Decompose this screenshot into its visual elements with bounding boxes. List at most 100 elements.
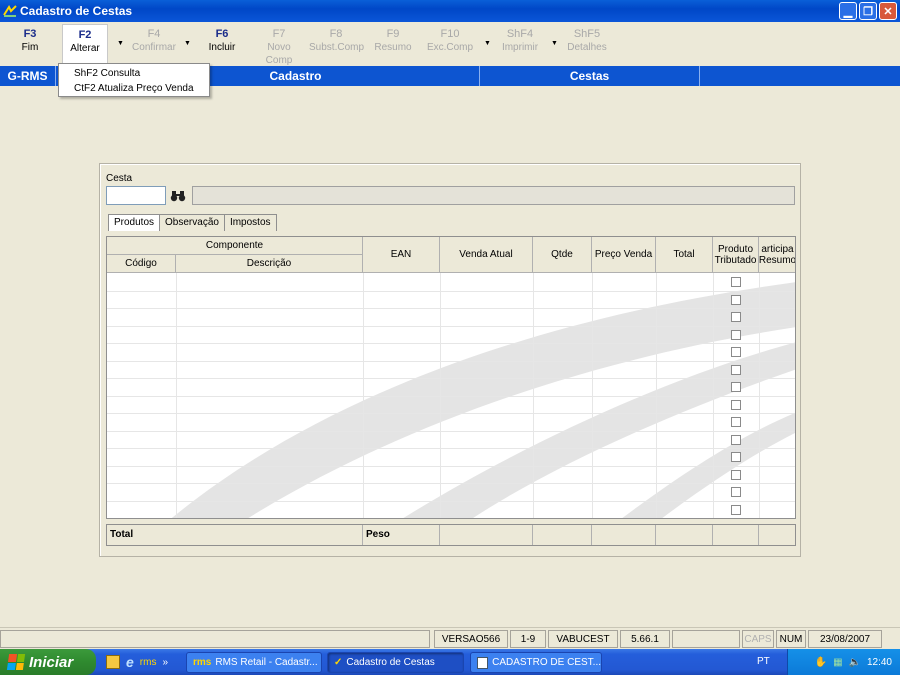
rms-app-icon: ✓ (334, 657, 343, 668)
clock[interactable]: 12:40 (867, 657, 892, 668)
produto-tributado-checkbox[interactable] (731, 505, 741, 515)
minimize-button[interactable]: ▁ (839, 2, 857, 20)
table-row (107, 448, 795, 449)
imprimir-dropdown-arrow-icon[interactable]: ▼ (551, 40, 558, 47)
volume-tray-icon[interactable]: 🔈 (849, 657, 861, 668)
total-tributado-cell (713, 525, 759, 545)
menu-item-atualiza-preco-venda[interactable]: CtF2 Atualiza Preço Venda (59, 81, 209, 96)
system-tray: ✋ ▦ 🔈 12:40 (787, 649, 900, 675)
toolbar-incluir-button[interactable]: F6 Incluir (204, 28, 240, 54)
alterar-dropdown-arrow-icon[interactable]: ▼ (117, 40, 124, 47)
windows-taskbar: Iniciar e rms » rms RMS Retail - Cadastr… (0, 649, 900, 675)
table-row (107, 308, 795, 309)
toolbar-key: F8 (329, 28, 343, 40)
table-row (107, 343, 795, 344)
produto-tributado-checkbox[interactable] (731, 487, 741, 497)
toolbar-imprimir-button[interactable]: ShF4 Imprimir (498, 28, 542, 54)
toolbar-label: Detalhes (567, 42, 607, 53)
confirmar-dropdown-arrow-icon[interactable]: ▼ (184, 40, 191, 47)
language-indicator[interactable]: PT (757, 656, 770, 667)
produto-tributado-checkbox[interactable] (731, 330, 741, 340)
header-produto-tributado[interactable]: Produto Tributado (713, 237, 759, 273)
toolbar-key: ShF5 (573, 28, 601, 40)
produto-tributado-checkbox[interactable] (731, 382, 741, 392)
toolbar-key: F10 (440, 28, 460, 40)
toolbar-label: Novo Comp (265, 42, 293, 66)
header-total[interactable]: Total (656, 237, 713, 273)
totals-row: Total Peso (106, 524, 796, 546)
exc-comp-dropdown-arrow-icon[interactable]: ▼ (484, 40, 491, 47)
header-venda-atual[interactable]: Venda Atual (440, 237, 533, 273)
menu-item-consulta[interactable]: ShF2 Consulta (59, 66, 209, 81)
header-tributado-line: Tributado (714, 254, 757, 266)
tab-impostos[interactable]: Impostos (223, 214, 277, 231)
show-desktop-icon[interactable] (106, 655, 120, 669)
toolbar-key: ShF4 (506, 28, 534, 40)
toolbar-key: F6 (215, 28, 229, 40)
header-codigo[interactable]: Código (107, 255, 176, 273)
total-total-cell (656, 525, 713, 545)
task-label: CADASTRO DE CEST... (492, 657, 601, 668)
rms-quick-launch-icon[interactable]: rms (140, 657, 157, 668)
produto-tributado-checkbox[interactable] (731, 417, 741, 427)
header-preco-venda[interactable]: Preço Venda (592, 237, 656, 273)
total-venda-atual-cell (440, 525, 533, 545)
header-qtde[interactable]: Qtde (533, 237, 592, 273)
tab-observacao[interactable]: Observação (159, 214, 225, 231)
produto-tributado-checkbox[interactable] (731, 365, 741, 375)
table-row (107, 396, 795, 397)
produto-tributado-checkbox[interactable] (731, 435, 741, 445)
produto-tributado-checkbox[interactable] (731, 347, 741, 357)
task-cadastro-de-cest-doc[interactable]: CADASTRO DE CEST... (470, 652, 602, 673)
header-produto-line: Produto (717, 243, 754, 255)
produto-tributado-checkbox[interactable] (731, 277, 741, 287)
header-ean[interactable]: EAN (363, 237, 440, 273)
toolbar-subst-comp-button[interactable]: F8 Subst.Comp (309, 28, 364, 54)
toolbar-fim-button[interactable]: F3 Fim (14, 28, 46, 54)
windows-flag-icon (6, 654, 26, 670)
components-grid[interactable]: Componente Código Descrição EAN Venda At… (106, 236, 796, 519)
produto-tributado-checkbox[interactable] (731, 470, 741, 480)
task-cadastro-de-cestas[interactable]: ✓ Cadastro de Cestas (327, 652, 464, 673)
toolbar-novo-comp-button[interactable]: F7 Novo Comp (253, 28, 305, 67)
tab-bar: Produtos Observação Impostos (108, 214, 277, 231)
tab-produtos[interactable]: Produtos (108, 214, 161, 231)
toolbar-resumo-button[interactable]: F9 Resumo (373, 28, 413, 54)
binoculars-search-icon[interactable] (167, 186, 189, 205)
rms-app-icon: rms (193, 657, 212, 668)
header-descricao[interactable]: Descrição (176, 255, 363, 273)
header-participa-resumo[interactable]: articipa Resumo (759, 237, 795, 273)
toolbar-label: Imprimir (501, 42, 539, 53)
network-tray-icon[interactable]: ▦ (833, 657, 842, 668)
status-bar: VERSAO566 1-9 VABUCEST 5.66.1 CAPS NUM 2… (0, 627, 900, 649)
restore-button[interactable]: ❐ (859, 2, 877, 20)
produto-tributado-checkbox[interactable] (731, 295, 741, 305)
toolbar-key: F4 (147, 28, 161, 40)
produto-tributado-checkbox[interactable] (731, 452, 741, 462)
start-button[interactable]: Iniciar (0, 649, 96, 675)
total-qtde-cell (533, 525, 592, 545)
status-page: 1-9 (510, 630, 546, 648)
toolbar-detalhes-button[interactable]: ShF5 Detalhes (565, 28, 609, 54)
strip-screen: Cestas (480, 66, 700, 86)
table-row (107, 483, 795, 484)
internet-explorer-icon[interactable]: e (126, 654, 134, 670)
status-version: VERSAO566 (434, 630, 508, 648)
toolbar-exc-comp-button[interactable]: F10 Exc.Comp (425, 28, 475, 54)
produto-tributado-checkbox[interactable] (731, 400, 741, 410)
toolbar-confirmar-button[interactable]: F4 Confirmar (128, 28, 180, 54)
toolbar-alterar-button[interactable]: F2 Alterar (62, 24, 108, 66)
task-label: Cadastro de Cestas (346, 657, 435, 668)
status-date: 23/08/2007 (808, 630, 882, 648)
task-rms-retail[interactable]: rms RMS Retail - Cadastr... (186, 652, 322, 673)
watermark-swoosh-graphic (171, 282, 795, 518)
cesta-code-input[interactable] (106, 186, 166, 205)
quick-launch-overflow-icon[interactable]: » (162, 657, 168, 668)
strip-app: G-RMS (0, 66, 56, 86)
hand-tray-icon[interactable]: ✋ (815, 657, 827, 668)
produto-tributado-checkbox[interactable] (731, 312, 741, 322)
close-button[interactable]: ✕ (879, 2, 897, 20)
toolbar-label: Exc.Comp (426, 42, 474, 53)
start-label: Iniciar (29, 653, 74, 671)
table-row (107, 501, 795, 502)
